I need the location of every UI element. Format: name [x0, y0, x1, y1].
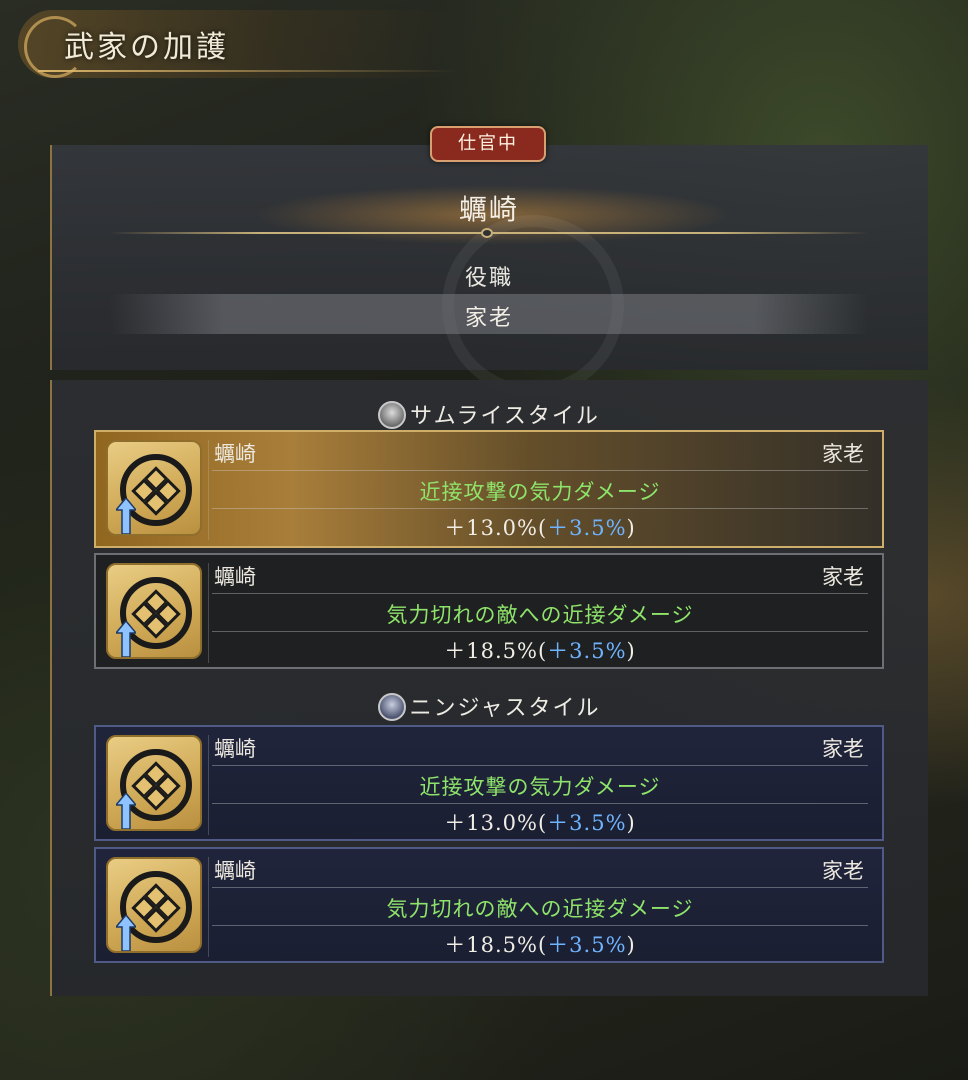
card-value: ＋13.0%(＋3.5%) — [444, 811, 636, 835]
section-title-samurai: サムライスタイル — [50, 398, 928, 430]
card-bonus: ＋3.5% — [547, 933, 627, 957]
ninja-mask-icon — [377, 693, 406, 721]
card-clan: 蠣崎 — [214, 737, 256, 761]
rank-up-arrow-icon — [116, 793, 136, 829]
card-effect: 近接攻撃の気力ダメージ — [419, 480, 661, 504]
card-value: ＋18.5%(＋3.5%) — [444, 933, 636, 957]
clan-crest-icon — [106, 440, 202, 536]
card-rank: 家老 — [822, 565, 864, 589]
card-clan: 蠣崎 — [214, 859, 256, 883]
rank-up-arrow-icon — [116, 621, 136, 657]
samurai-helmet-icon — [378, 401, 407, 429]
bonus-card[interactable]: 蠣崎 家老 近接攻撃の気力ダメージ ＋13.0%(＋3.5%) — [94, 430, 884, 548]
divider-ornament-icon — [481, 228, 493, 238]
card-bonus: ＋3.5% — [547, 639, 627, 663]
card-clan: 蠣崎 — [214, 565, 256, 589]
card-rank: 家老 — [822, 442, 864, 466]
card-bonus: ＋3.5% — [547, 811, 627, 835]
clan-crest-icon — [106, 563, 202, 659]
bonus-card[interactable]: 蠣崎 家老 気力切れの敵への近接ダメージ ＋18.5%(＋3.5%) — [94, 847, 884, 963]
card-bonus: ＋3.5% — [547, 516, 627, 540]
card-effect: 気力切れの敵への近接ダメージ — [386, 603, 694, 627]
clan-name: 蠣崎 — [458, 193, 519, 226]
clan-crest-icon — [106, 735, 202, 831]
card-value: ＋13.0%(＋3.5%) — [444, 516, 636, 540]
clan-crest-icon — [106, 857, 202, 953]
card-rank: 家老 — [822, 737, 864, 761]
bonus-card[interactable]: 蠣崎 家老 近接攻撃の気力ダメージ ＋13.0%(＋3.5%) — [94, 725, 884, 841]
card-clan: 蠣崎 — [214, 442, 256, 466]
card-effect: 近接攻撃の気力ダメージ — [419, 775, 661, 799]
role-value: 家老 — [464, 306, 513, 331]
card-rank: 家老 — [822, 859, 864, 883]
clan-panel — [50, 145, 928, 397]
section-title-ninja: ニンジャスタイル — [50, 690, 928, 722]
bonus-card[interactable]: 蠣崎 家老 気力切れの敵への近接ダメージ ＋18.5%(＋3.5%) — [94, 553, 884, 669]
rank-up-arrow-icon — [116, 498, 136, 534]
page-title: 武家の加護 — [64, 30, 229, 65]
section-title-label: サムライスタイル — [410, 404, 600, 429]
status-badge: 仕官中 — [430, 126, 546, 162]
role-label: 役職 — [464, 266, 513, 291]
section-title-label: ニンジャスタイル — [409, 696, 601, 721]
rank-up-arrow-icon — [116, 915, 136, 951]
card-value: ＋18.5%(＋3.5%) — [444, 639, 636, 663]
card-effect: 気力切れの敵への近接ダメージ — [386, 897, 694, 921]
